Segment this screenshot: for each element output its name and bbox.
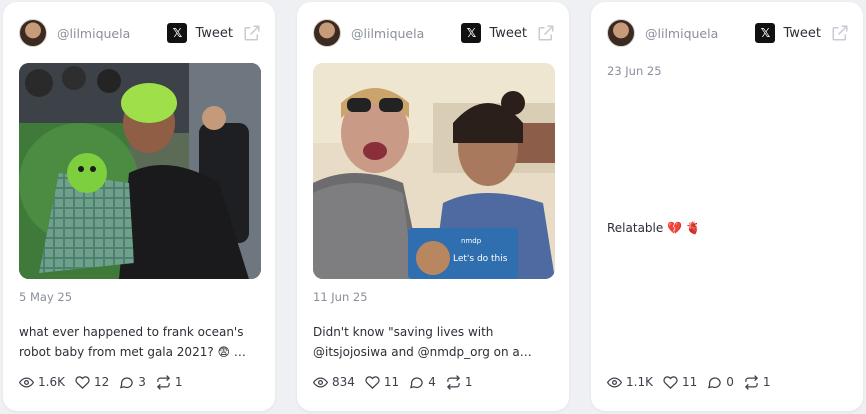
tweet-date: 5 May 25: [19, 290, 73, 304]
views-stat: 834: [313, 375, 355, 390]
tweet-card[interactable]: @lilmiquela 𝕏 Tweet 5 May 25 what ever h…: [3, 2, 275, 411]
external-link-icon[interactable]: [243, 24, 261, 42]
eye-icon: [19, 376, 34, 388]
tweet-text[interactable]: Didn't know "saving lives with @itsjojos…: [313, 322, 553, 362]
tweet-link-label[interactable]: Tweet: [195, 26, 233, 41]
x-logo-icon: 𝕏: [461, 23, 482, 43]
tweet-date: 11 Jun 25: [313, 290, 368, 304]
views-count: 1.6K: [38, 375, 65, 389]
tweet-text-line: Relatable 💔 🫀: [607, 221, 701, 235]
tweet-text-line: @itsjojosiwa and @nmdp_org on a…: [313, 345, 532, 359]
tweet-stats: 834 11 4 1: [313, 373, 482, 391]
retweets-stat[interactable]: 1: [156, 374, 183, 390]
retweets-count: 1: [762, 375, 771, 389]
eye-icon: [607, 376, 622, 388]
tweet-text[interactable]: what ever happened to frank ocean's robo…: [19, 322, 259, 362]
avatar[interactable]: [607, 19, 635, 47]
tweet-photo[interactable]: [19, 63, 261, 279]
replies-stat[interactable]: 0: [707, 375, 734, 390]
card-header: @lilmiquela 𝕏 Tweet: [313, 18, 555, 48]
tweet-link-label[interactable]: Tweet: [489, 26, 527, 41]
heart-icon: [365, 375, 380, 389]
views-count: 834: [332, 375, 355, 389]
likes-count: 12: [93, 375, 110, 389]
comment-icon: [410, 376, 423, 388]
met-gala-photo: [19, 63, 261, 279]
retweet-icon: [446, 374, 460, 390]
replies-stat[interactable]: 3: [119, 375, 146, 390]
selfie-photo: nmdp Let's do this: [313, 63, 555, 279]
external-link-icon[interactable]: [537, 24, 555, 42]
x-logo-icon: 𝕏: [755, 23, 776, 43]
card-header: @lilmiquela 𝕏 Tweet: [19, 18, 261, 48]
eye-icon: [313, 376, 328, 388]
sign-text: Let's do this: [453, 254, 508, 264]
views-stat: 1.1K: [607, 375, 653, 390]
tweet-text-line: robot baby from met gala 2021? 😨 …: [19, 345, 246, 359]
tweet-text-line: what ever happened to frank ocean's: [19, 325, 244, 339]
retweets-count: 1: [174, 375, 183, 389]
replies-stat[interactable]: 4: [409, 375, 436, 390]
replies-count: 0: [726, 375, 734, 389]
views-count: 1.1K: [626, 375, 653, 389]
tweet-text[interactable]: Relatable 💔 🫀: [607, 218, 847, 238]
replies-count: 4: [428, 375, 436, 389]
tweet-card[interactable]: @lilmiquela 𝕏 Tweet nmdp Let's do this 1…: [297, 2, 569, 411]
card-header: @lilmiquela 𝕏 Tweet: [607, 18, 849, 48]
external-link-icon[interactable]: [831, 24, 849, 42]
retweets-stat[interactable]: 1: [446, 374, 473, 390]
likes-stat[interactable]: 11: [663, 375, 697, 390]
tweet-link-label[interactable]: Tweet: [783, 26, 821, 41]
comment-icon: [708, 376, 721, 388]
retweets-stat[interactable]: 1: [744, 374, 771, 390]
author-handle[interactable]: @lilmiquela: [351, 26, 461, 41]
tweet-date: 23 Jun 25: [607, 64, 662, 78]
tweet-stats: 1.1K 11 0 1: [607, 373, 781, 391]
replies-count: 3: [138, 375, 146, 389]
likes-count: 11: [383, 375, 400, 389]
views-stat: 1.6K: [19, 375, 65, 390]
tweet-photo[interactable]: nmdp Let's do this: [313, 63, 555, 279]
sign-brand: nmdp: [461, 237, 482, 245]
avatar[interactable]: [19, 19, 47, 47]
likes-stat[interactable]: 11: [365, 375, 399, 390]
likes-count: 11: [681, 375, 698, 389]
tweet-card[interactable]: @lilmiquela 𝕏 Tweet 23 Jun 25 Relatable …: [591, 2, 863, 411]
comment-icon: [120, 376, 133, 388]
retweet-icon: [744, 374, 758, 390]
heart-icon: [75, 375, 90, 389]
heart-icon: [663, 375, 678, 389]
retweets-count: 1: [464, 375, 473, 389]
author-handle[interactable]: @lilmiquela: [645, 26, 755, 41]
tweet-stats: 1.6K 12 3 1: [19, 373, 193, 391]
avatar[interactable]: [313, 19, 341, 47]
tweet-text-line: Didn't know "saving lives with: [313, 325, 494, 339]
retweet-icon: [156, 374, 170, 390]
author-handle[interactable]: @lilmiquela: [57, 26, 167, 41]
x-logo-icon: 𝕏: [167, 23, 188, 43]
likes-stat[interactable]: 12: [75, 375, 109, 390]
